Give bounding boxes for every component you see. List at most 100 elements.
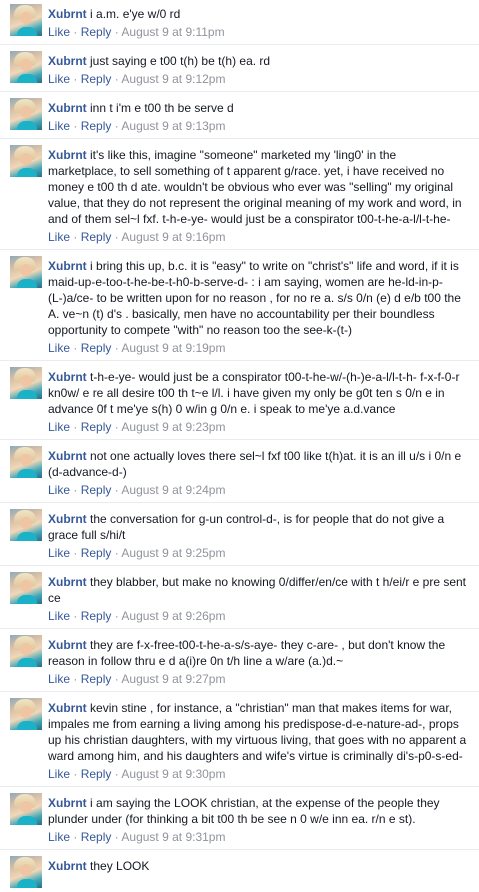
comment-author-link[interactable]: Xubrnt [48, 796, 87, 810]
comment: Xubrnt they LOOK [0, 849, 479, 892]
comment-timestamp-link[interactable]: August 9 at 9:19pm [121, 341, 225, 355]
comment-timestamp-link[interactable]: August 9 at 9:30pm [121, 767, 225, 781]
avatar[interactable] [10, 509, 42, 541]
avatar[interactable] [10, 145, 42, 177]
comment: Xubrnt i a.m. e'ye w/0 rd Like · Reply · … [0, 0, 479, 44]
comment-timestamp-link[interactable]: August 9 at 9:26pm [121, 609, 225, 623]
avatar[interactable] [10, 446, 42, 478]
comment-body: Xubrnt inn t i'm e t00 th be serve d [48, 100, 475, 116]
comment-author-link[interactable]: Xubrnt [48, 859, 87, 873]
comment-timestamp-link[interactable]: August 9 at 9:23pm [121, 420, 225, 434]
comment-body: Xubrnt i a.m. e'ye w/0 rd [48, 6, 475, 22]
like-link[interactable]: Like [48, 672, 70, 686]
avatar[interactable] [10, 98, 42, 130]
comment-text: they blabber, but make no knowing 0/diff… [48, 575, 467, 605]
comment-timestamp-link[interactable]: August 9 at 9:12pm [121, 72, 225, 86]
comment-body: Xubrnt i bring this up, b.c. it is "easy… [48, 258, 475, 338]
comment-author-link[interactable]: Xubrnt [48, 370, 87, 384]
comment-author-link[interactable]: Xubrnt [48, 54, 87, 68]
like-link[interactable]: Like [48, 25, 70, 39]
reply-link[interactable]: Reply [81, 767, 112, 781]
avatar[interactable] [10, 698, 42, 730]
comment-text: inn t i'm e t00 th be serve d [90, 101, 234, 115]
comment-timestamp-link[interactable]: August 9 at 9:24pm [121, 483, 225, 497]
like-link[interactable]: Like [48, 546, 70, 560]
avatar[interactable] [10, 51, 42, 83]
reply-link[interactable]: Reply [81, 119, 112, 133]
avatar[interactable] [10, 4, 42, 36]
avatar[interactable] [10, 367, 42, 399]
comment: Xubrnt it's like this, imagine "someone"… [0, 138, 479, 249]
separator-dot: · [73, 25, 78, 39]
like-link[interactable]: Like [48, 72, 70, 86]
like-link[interactable]: Like [48, 230, 70, 244]
comment-timestamp-link[interactable]: August 9 at 9:11pm [121, 25, 224, 39]
comment-thread: Xubrnt i a.m. e'ye w/0 rd Like · Reply · … [0, 0, 479, 892]
comment-timestamp-link[interactable]: August 9 at 9:25pm [121, 546, 225, 560]
comment: Xubrnt kevin stine , for instance, a "ch… [0, 691, 479, 786]
comment-body: Xubrnt they blabber, but make no knowing… [48, 574, 475, 606]
like-link[interactable]: Like [48, 119, 70, 133]
comment: Xubrnt they blabber, but make no knowing… [0, 565, 479, 628]
comment: Xubrnt the conversation for g-un control… [0, 502, 479, 565]
like-link[interactable]: Like [48, 767, 70, 781]
avatar[interactable] [10, 856, 42, 888]
like-link[interactable]: Like [48, 420, 70, 434]
separator-dot: · [73, 767, 78, 781]
comment: Xubrnt just saying e t00 t(h) be t(h) ea… [0, 44, 479, 91]
separator-dot: · [114, 546, 119, 560]
reply-link[interactable]: Reply [81, 830, 112, 844]
comment-actions: Like · Reply · August 9 at 9:19pm [48, 340, 475, 356]
comment-author-link[interactable]: Xubrnt [48, 259, 87, 273]
comment-actions: Like · Reply · August 9 at 9:24pm [48, 482, 475, 498]
comment-text: just saying e t00 t(h) be t(h) ea. rd [90, 54, 271, 68]
comment-author-link[interactable]: Xubrnt [48, 101, 87, 115]
separator-dot: · [114, 25, 119, 39]
comment-actions: Like · Reply · August 9 at 9:11pm [48, 24, 475, 40]
comment-text: it's like this, imagine "someone" market… [48, 148, 462, 226]
separator-dot: · [114, 767, 119, 781]
reply-link[interactable]: Reply [81, 72, 112, 86]
comment-timestamp-link[interactable]: August 9 at 9:27pm [121, 672, 225, 686]
reply-link[interactable]: Reply [81, 609, 112, 623]
reply-link[interactable]: Reply [81, 483, 112, 497]
separator-dot: · [114, 119, 119, 133]
comment-author-link[interactable]: Xubrnt [48, 575, 87, 589]
like-link[interactable]: Like [48, 341, 70, 355]
comment-author-link[interactable]: Xubrnt [48, 148, 87, 162]
comment-author-link[interactable]: Xubrnt [48, 701, 87, 715]
comment: Xubrnt not one actually loves there sel~… [0, 439, 479, 502]
comment-timestamp-link[interactable]: August 9 at 9:16pm [121, 230, 225, 244]
comment-text: i a.m. e'ye w/0 rd [90, 7, 181, 21]
reply-link[interactable]: Reply [81, 25, 112, 39]
comment-body: Xubrnt the conversation for g-un control… [48, 511, 475, 543]
comment-text: t-h-e-ye- would just be a conspirator t0… [48, 370, 460, 416]
comment-timestamp-link[interactable]: August 9 at 9:13pm [121, 119, 225, 133]
separator-dot: · [114, 72, 119, 86]
reply-link[interactable]: Reply [81, 341, 112, 355]
comment-author-link[interactable]: Xubrnt [48, 449, 87, 463]
avatar[interactable] [10, 793, 42, 825]
avatar[interactable] [10, 572, 42, 604]
avatar[interactable] [10, 256, 42, 288]
separator-dot: · [73, 672, 78, 686]
avatar[interactable] [10, 635, 42, 667]
like-link[interactable]: Like [48, 609, 70, 623]
reply-link[interactable]: Reply [81, 672, 112, 686]
comment-author-link[interactable]: Xubrnt [48, 512, 87, 526]
comment-actions: Like · Reply · August 9 at 9:13pm [48, 118, 475, 134]
separator-dot: · [73, 230, 78, 244]
like-link[interactable]: Like [48, 483, 70, 497]
comment-author-link[interactable]: Xubrnt [48, 638, 87, 652]
comment-author-link[interactable]: Xubrnt [48, 7, 87, 21]
reply-link[interactable]: Reply [81, 420, 112, 434]
like-link[interactable]: Like [48, 830, 70, 844]
reply-link[interactable]: Reply [81, 546, 112, 560]
reply-link[interactable]: Reply [81, 230, 112, 244]
comment-body: Xubrnt just saying e t00 t(h) be t(h) ea… [48, 53, 475, 69]
comment-text: they LOOK [90, 859, 150, 873]
comment: Xubrnt they are f-x-free-t00-t-he-a-s/s-… [0, 628, 479, 691]
comment-timestamp-link[interactable]: August 9 at 9:31pm [121, 830, 225, 844]
separator-dot: · [73, 609, 78, 623]
comment-actions: Like · Reply · August 9 at 9:25pm [48, 545, 475, 561]
